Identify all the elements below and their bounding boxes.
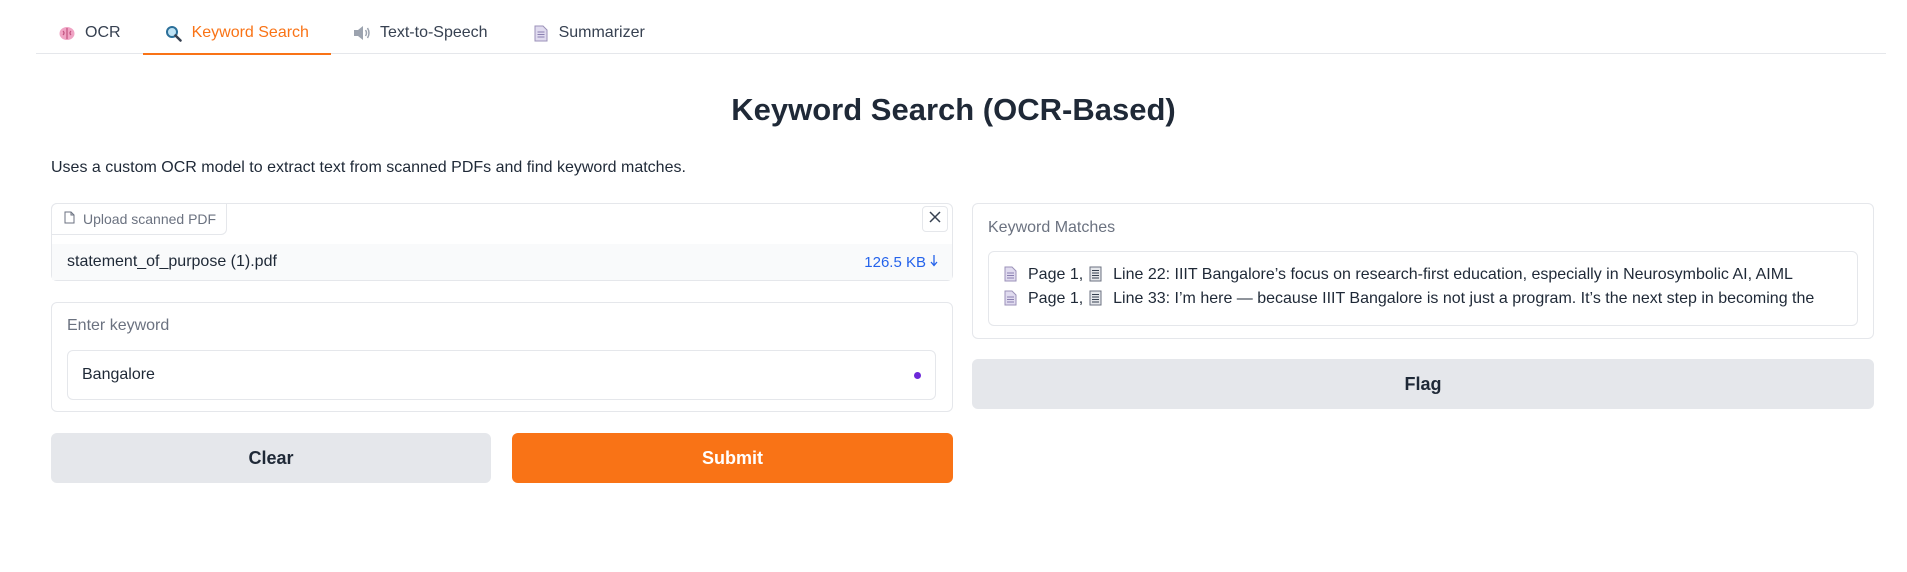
line-icon [1089,290,1105,308]
tab-bar: OCR Keyword Search Text-to-Speech Summar… [36,12,1886,55]
keyword-matches-panel: Keyword Matches Page 1, Line 22: IIIT Ba… [972,203,1874,339]
remove-file-button[interactable] [922,206,948,232]
upload-label: Upload scanned PDF [51,203,228,235]
page-title: Keyword Search (OCR-Based) [731,92,1176,127]
line-icon [1089,266,1105,284]
file-size: 126.5 KB [864,253,926,271]
tab-label: Keyword Search [191,24,309,41]
document-icon [532,24,550,42]
flag-button[interactable]: Flag [972,359,1874,409]
keyword-label: Enter keyword [67,317,170,334]
file-name: statement_of_purpose (1).pdf [67,253,277,270]
tab-keyword-search[interactable]: Keyword Search [142,12,332,55]
magnifier-icon [165,24,183,42]
uploaded-file-row: statement_of_purpose (1).pdf 126.5 KB [52,244,952,280]
close-icon [928,210,942,229]
tab-label: Summarizer [558,24,645,41]
file-download-link[interactable]: 126.5 KB [864,254,938,271]
page-icon [1004,290,1020,308]
keyword-input[interactable] [82,366,914,384]
tab-label: Text-to-Speech [379,24,488,41]
file-upload-panel[interactable]: Upload scanned PDF statement_of_purpose … [51,203,953,281]
submit-button[interactable]: Submit [512,433,953,483]
tab-text-to-speech[interactable]: Text-to-Speech [331,12,510,54]
page-description: Uses a custom OCR model to extract text … [51,159,686,176]
match-page: Page 1, [1028,290,1084,307]
download-arrow-icon [930,254,938,271]
keyword-panel: Enter keyword [51,302,953,412]
speaker-icon [353,24,371,42]
status-dot-icon [914,371,921,379]
match-page: Page 1, [1028,266,1084,283]
file-icon [64,211,75,227]
match-line: Page 1, Line 22: IIIT Bangalore’s focus … [1004,263,1842,287]
tab-summarizer[interactable]: Summarizer [510,12,667,54]
clear-button[interactable]: Clear [51,433,491,483]
tab-label: OCR [85,24,121,41]
keyword-input-wrapper[interactable] [67,350,936,400]
match-text: Line 33: I’m here — because IIIT Bangalo… [1113,290,1815,307]
page-icon [1004,266,1020,284]
match-text: Line 22: IIIT Bangalore’s focus on resea… [1113,266,1793,283]
match-line: Page 1, Line 33: I’m here — because IIIT… [1004,287,1842,311]
tab-ocr[interactable]: OCR [36,12,143,54]
brain-icon [58,24,76,42]
matches-label: Keyword Matches [988,219,1116,236]
matches-textarea[interactable]: Page 1, Line 22: IIIT Bangalore’s focus … [988,251,1858,326]
upload-label-text: Upload scanned PDF [83,211,217,227]
